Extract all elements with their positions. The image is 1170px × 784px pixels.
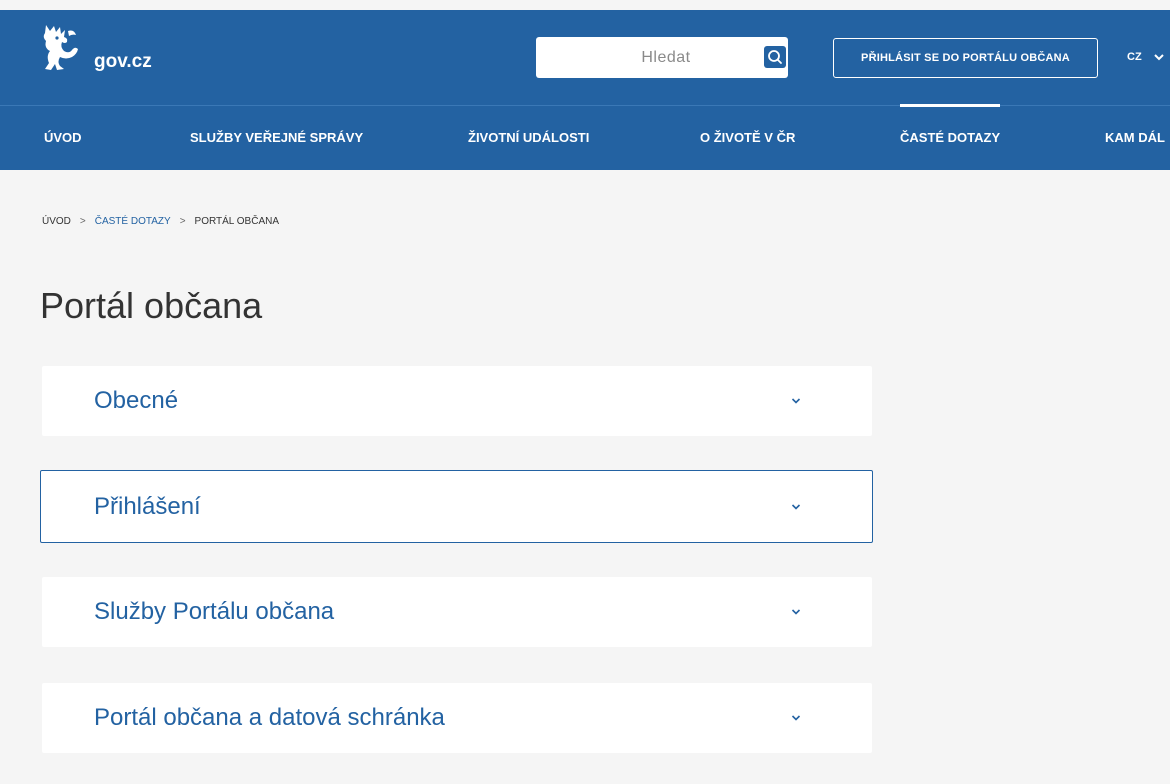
search-input[interactable] [536, 37, 746, 78]
breadcrumb-item-current: PORTÁL OBČANA [194, 216, 279, 227]
language-selector[interactable]: CZ [1127, 51, 1142, 63]
page-title: Portál občana [40, 285, 263, 326]
accordion-item-label: Služby Portálu občana [94, 598, 335, 625]
accordion-item-sluzby-portalu[interactable]: Služby Portálu občana [42, 577, 872, 647]
search-button[interactable] [764, 46, 786, 68]
nav-item-o-zivote[interactable]: O ŽIVOTĚ V ČR [700, 130, 795, 146]
breadcrumb: ÚVOD > ČASTÉ DOTAZY > PORTÁL OBČANA [42, 216, 279, 227]
nav-item-kam-dal[interactable]: KAM DÁL [1105, 130, 1165, 146]
czech-lion-icon[interactable] [38, 23, 82, 73]
chevron-down-icon [791, 609, 801, 615]
chevron-down-icon[interactable] [1153, 52, 1165, 62]
search-icon [768, 50, 782, 64]
chevron-down-icon [791, 503, 801, 510]
breadcrumb-item-caste-dotazy[interactable]: ČASTÉ DOTAZY [95, 216, 171, 227]
accordion-item-prihlaseni[interactable]: Přihlášení [40, 470, 873, 543]
chevron-down-icon [791, 398, 801, 404]
breadcrumb-separator: > [179, 216, 186, 227]
search-box [536, 37, 788, 78]
nav-item-uvod[interactable]: ÚVOD [44, 130, 82, 146]
accordion-item-label: Obecné [94, 387, 179, 414]
accordion-item-obecne[interactable]: Obecné [42, 366, 872, 436]
nav-item-sluzby[interactable]: SLUŽBY VEŘEJNÉ SPRÁVY [190, 130, 363, 146]
accordion-item-datova-schranka[interactable]: Portál občana a datová schránka [42, 683, 872, 753]
accordion-item-label: Portál občana a datová schránka [94, 704, 445, 731]
breadcrumb-separator: > [79, 216, 86, 227]
login-button[interactable]: PŘIHLÁSIT SE DO PORTÁLU OBČANA [833, 38, 1098, 78]
site-logo-text[interactable]: gov.cz [94, 50, 152, 74]
breadcrumb-item-uvod[interactable]: ÚVOD [42, 216, 71, 227]
nav-active-indicator [900, 104, 1000, 107]
nav-item-caste-dotazy[interactable]: ČASTÉ DOTAZY [900, 130, 1000, 146]
chevron-down-icon [791, 715, 801, 721]
nav-item-zivotni-udalosti[interactable]: ŽIVOTNÍ UDÁLOSTI [468, 130, 589, 146]
accordion-item-label: Přihlášení [94, 492, 201, 520]
